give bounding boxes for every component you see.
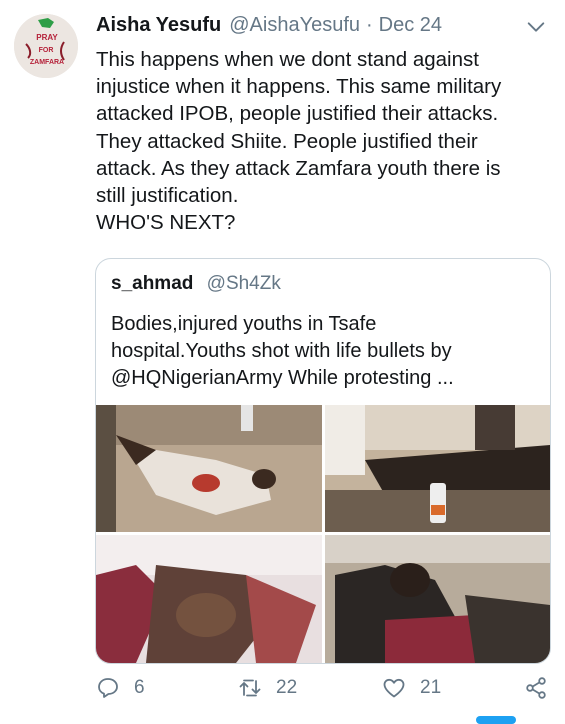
scroll-indicator [476,716,516,724]
tweet-text-line: They attacked Shiite. People justified t… [96,129,478,153]
tweet-text: This happens when we dont stand against … [96,46,546,236]
quoted-text-line: hospital.Youths shot with life bullets b… [111,340,452,362]
like-button[interactable]: 21 [382,676,441,700]
media-photo-4[interactable] [325,535,550,663]
retweet-count: 22 [276,677,298,698]
svg-text:FOR: FOR [39,47,54,54]
media-photo-2[interactable] [325,405,550,532]
quoted-author-name: s_ahmad [111,273,194,294]
reply-count: 6 [134,677,145,698]
quoted-tweet-text: Bodies,injured youths in Tsafe hospital.… [111,311,541,392]
tweet-text-line: attack. As they attack Zamfara youth the… [96,156,501,180]
author-handle[interactable]: @AishaYesufu [229,14,360,37]
tweet-text-line: still justification. [96,184,239,208]
media-photo-3[interactable] [96,535,322,663]
quoted-text-line: Bodies,injured youths in Tsafe [111,313,377,335]
svg-text:ZAMFARA: ZAMFARA [30,59,64,66]
quoted-tweet-header: s_ahmad @Sh4Zk [111,273,281,295]
tweet-text-line: injustice when it happens. This same mil… [96,75,502,99]
tweet-text-line: attacked IPOB, people justified their at… [96,102,499,126]
chevron-down-icon[interactable] [525,16,547,38]
tweet-date[interactable]: Dec 24 [379,14,442,37]
retweet-button[interactable]: 22 [238,676,297,700]
retweet-icon [239,679,261,697]
tweet-text-line: WHO'S NEXT? [96,211,236,235]
media-photo-1[interactable] [96,405,322,532]
heart-icon [383,678,405,698]
svg-text:PRAY: PRAY [36,33,58,42]
action-bar: 6 22 21 [0,676,565,706]
tweet-header: Aisha Yesufu @AishaYesufu · Dec 24 [96,14,545,40]
quoted-author-handle: @Sh4Zk [206,273,281,294]
share-button[interactable] [524,676,562,700]
author-name[interactable]: Aisha Yesufu [96,14,221,37]
media-grid [96,405,550,663]
quoted-tweet[interactable]: s_ahmad @Sh4Zk Bodies,injured youths in … [95,258,551,664]
quoted-text-line: @HQNigerianArmy While protesting ... [111,367,454,389]
tweet-text-line: This happens when we dont stand against [96,48,479,71]
reply-button[interactable]: 6 [96,676,145,700]
avatar[interactable]: PRAY FOR ZAMFARA [14,14,78,78]
header-separator: · [366,14,373,36]
reply-icon [98,678,118,698]
share-icon [526,677,546,699]
like-count: 21 [420,677,442,698]
